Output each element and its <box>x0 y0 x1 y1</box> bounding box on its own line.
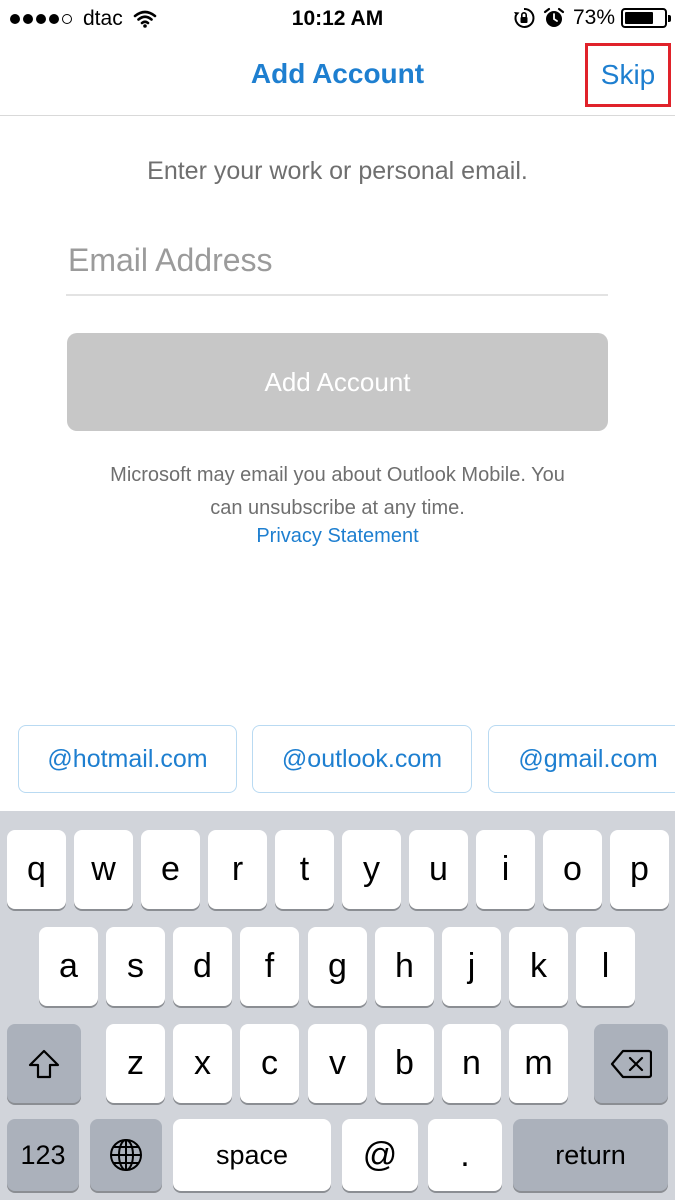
key-k[interactable]: k <box>509 927 568 1006</box>
key-s[interactable]: s <box>106 927 165 1006</box>
key-l[interactable]: l <box>576 927 635 1006</box>
key-p[interactable]: p <box>610 830 669 909</box>
key-z[interactable]: z <box>106 1024 165 1103</box>
key-o[interactable]: o <box>543 830 602 909</box>
battery-icon <box>621 8 671 28</box>
key-c[interactable]: c <box>240 1024 299 1103</box>
nav-bar: Add Account Skip <box>0 38 675 116</box>
battery-level <box>625 12 653 24</box>
key-g[interactable]: g <box>308 927 367 1006</box>
key-x[interactable]: x <box>173 1024 232 1103</box>
key-m[interactable]: m <box>509 1024 568 1103</box>
dot-key[interactable]: . <box>428 1119 502 1191</box>
status-bar: dtac 10:12 AM 73% <box>0 0 675 38</box>
key-v[interactable]: v <box>308 1024 367 1103</box>
key-q[interactable]: q <box>7 830 66 909</box>
shift-icon <box>28 1049 60 1078</box>
return-key[interactable]: return <box>513 1119 668 1191</box>
globe-icon <box>110 1139 142 1171</box>
backspace-icon <box>610 1049 652 1078</box>
numbers-key[interactable]: 123 <box>7 1119 79 1191</box>
shift-key[interactable] <box>7 1024 81 1103</box>
skip-button[interactable]: Skip <box>585 43 671 107</box>
status-right: 73% <box>513 6 671 30</box>
key-n[interactable]: n <box>442 1024 501 1103</box>
key-u[interactable]: u <box>409 830 468 909</box>
at-key[interactable]: @ <box>342 1119 418 1191</box>
add-account-button[interactable]: Add Account <box>67 333 608 431</box>
key-r[interactable]: r <box>208 830 267 909</box>
key-j[interactable]: j <box>442 927 501 1006</box>
key-w[interactable]: w <box>74 830 133 909</box>
alarm-icon <box>543 7 565 29</box>
notice-line-1: Microsoft may email you about Outlook Mo… <box>110 464 565 486</box>
key-t[interactable]: t <box>275 830 334 909</box>
battery-percent: 73% <box>572 6 615 29</box>
page-title: Add Account <box>250 58 425 89</box>
key-h[interactable]: h <box>375 927 434 1006</box>
key-e[interactable]: e <box>141 830 200 909</box>
email-prompt: Enter your work or personal email. <box>147 157 528 185</box>
key-i[interactable]: i <box>476 830 535 909</box>
key-a[interactable]: a <box>39 927 98 1006</box>
rotation-lock-icon <box>513 7 535 29</box>
key-y[interactable]: y <box>342 830 401 909</box>
keyboard: q w e r t y u i o p a s d f g h j k l z … <box>0 811 675 1200</box>
privacy-statement-link[interactable]: Privacy Statement <box>0 525 675 548</box>
globe-key[interactable] <box>90 1119 162 1191</box>
space-key[interactable]: space <box>173 1119 331 1191</box>
notice-line-2: can unsubscribe at any time. <box>210 497 465 519</box>
suggestion-outlook[interactable]: @outlook.com <box>252 725 472 793</box>
key-d[interactable]: d <box>173 927 232 1006</box>
email-field[interactable] <box>66 226 608 296</box>
backspace-key[interactable] <box>594 1024 668 1103</box>
suggestion-hotmail[interactable]: @hotmail.com <box>18 725 237 793</box>
key-f[interactable]: f <box>240 927 299 1006</box>
key-b[interactable]: b <box>375 1024 434 1103</box>
suggestion-gmail[interactable]: @gmail.com <box>488 725 675 793</box>
marketing-notice: Microsoft may email you about Outlook Mo… <box>50 459 625 525</box>
